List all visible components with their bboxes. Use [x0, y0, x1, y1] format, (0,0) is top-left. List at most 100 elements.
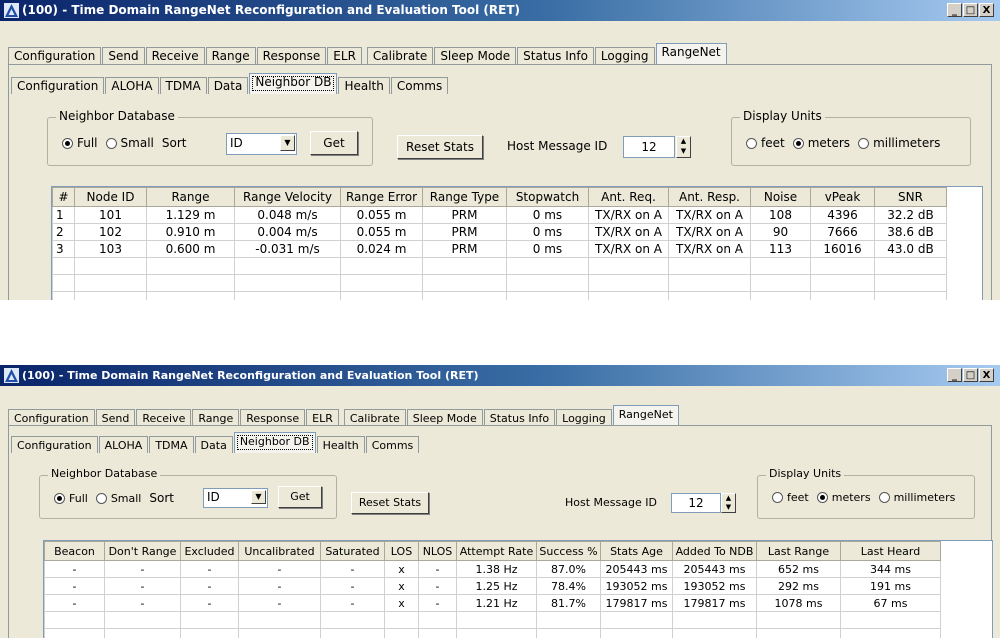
spin-down-icon[interactable]: ▼: [677, 147, 690, 157]
subtab-data[interactable]: Data: [194, 436, 233, 453]
column-header[interactable]: Attempt Rate: [456, 541, 537, 561]
column-header[interactable]: vPeak: [810, 187, 875, 207]
spin-up-icon[interactable]: ▲: [722, 494, 735, 503]
subtab-configuration[interactable]: Configuration: [11, 77, 105, 94]
column-header[interactable]: Range Error: [340, 187, 423, 207]
column-header[interactable]: Range Type: [422, 187, 507, 207]
small-radio[interactable]: Small: [105, 136, 154, 150]
host-message-id-input[interactable]: 12: [623, 136, 675, 158]
chevron-down-icon[interactable]: ▼: [280, 135, 295, 151]
tab-elr[interactable]: ELR: [327, 47, 362, 64]
reset-stats-button[interactable]: Reset Stats: [351, 492, 429, 514]
column-header[interactable]: LOS: [384, 541, 419, 561]
tab-receive[interactable]: Receive: [136, 409, 192, 426]
table-row[interactable]: - - - - - x -1.25 Hz 78.4% 193052 ms 193052 ms 292…: [44, 577, 941, 595]
tab-range[interactable]: Range: [205, 47, 256, 64]
get-button[interactable]: Get: [278, 486, 322, 508]
column-header[interactable]: Added To NDB: [672, 541, 757, 561]
table-row[interactable]: - - - - - x -1.38 Hz 87.0% 205443 ms 205443 ms 652…: [44, 560, 941, 578]
feet-radio[interactable]: feet: [746, 136, 785, 150]
column-header[interactable]: Last Range: [756, 541, 841, 561]
subtab-tdma[interactable]: TDMA: [159, 77, 207, 94]
table-row[interactable]: 3 103 0.600 m -0.031 m/s 0.024 m PRM 0 ms TX/RX…: [52, 240, 947, 258]
spin-up-icon[interactable]: ▲: [677, 137, 690, 147]
column-header[interactable]: Excluded: [180, 541, 239, 561]
subtab-comms[interactable]: Comms: [390, 77, 449, 94]
host-message-id-input[interactable]: 12: [671, 493, 721, 513]
column-header[interactable]: Saturated: [320, 541, 385, 561]
column-header[interactable]: SNR: [874, 187, 947, 207]
column-header[interactable]: Beacon: [44, 541, 105, 561]
subtab-health[interactable]: Health: [338, 77, 390, 94]
host-message-id-spinner[interactable]: ▲ ▼: [676, 136, 691, 158]
minimize-button[interactable]: _: [947, 3, 962, 17]
tab-configuration[interactable]: Configuration: [8, 47, 102, 64]
column-header[interactable]: Stats Age: [600, 541, 673, 561]
column-header[interactable]: Last Heard: [840, 541, 941, 561]
tab-calibrate[interactable]: Calibrate: [366, 47, 434, 64]
title-bar[interactable]: (100) - Time Domain RangeNet Reconfigura…: [0, 365, 1000, 386]
millimeters-radio[interactable]: millimeters: [858, 136, 940, 150]
tab-send[interactable]: Send: [95, 409, 136, 426]
meters-radio[interactable]: meters: [792, 136, 850, 150]
column-header[interactable]: Noise: [750, 187, 811, 207]
small-radio[interactable]: Small: [95, 492, 141, 505]
tab-send[interactable]: Send: [102, 47, 145, 64]
subtab-comms[interactable]: Comms: [365, 436, 420, 453]
tab-response[interactable]: Response: [240, 409, 306, 426]
tab-sleep-mode[interactable]: Sleep Mode: [434, 47, 517, 64]
subtab-aloha[interactable]: ALOHA: [98, 436, 149, 453]
column-header[interactable]: #: [52, 187, 75, 207]
tab-rangenet[interactable]: RangeNet: [612, 405, 679, 426]
column-header[interactable]: NLOS: [418, 541, 457, 561]
minimize-button[interactable]: _: [947, 368, 962, 382]
subtab-data[interactable]: Data: [207, 77, 249, 94]
column-header[interactable]: Range Velocity: [234, 187, 341, 207]
tab-status-info[interactable]: Status Info: [517, 47, 594, 64]
subtab-health[interactable]: Health: [316, 436, 365, 453]
table-row[interactable]: - - - - - x -1.21 Hz 81.7% 179817 ms 179817 ms 107…: [44, 594, 941, 612]
tab-rangenet[interactable]: RangeNet: [655, 43, 727, 64]
meters-radio[interactable]: meters: [816, 491, 871, 504]
neighbor-table-top[interactable]: # Node ID Range Range Velocity Range Error Ra…: [51, 186, 983, 300]
subtab-configuration[interactable]: Configuration: [11, 436, 98, 453]
tab-configuration[interactable]: Configuration: [8, 409, 95, 426]
column-header[interactable]: Node ID: [74, 187, 147, 207]
subtab-neighbor-db[interactable]: Neighbor DB: [233, 432, 316, 453]
close-button[interactable]: X: [979, 3, 994, 17]
maximize-button[interactable]: □: [963, 3, 978, 17]
column-header[interactable]: Range: [146, 187, 235, 207]
tab-range[interactable]: Range: [192, 409, 240, 426]
column-header[interactable]: Success %: [536, 541, 601, 561]
tab-elr[interactable]: ELR: [306, 409, 339, 426]
millimeters-radio[interactable]: millimeters: [878, 491, 955, 504]
table-row[interactable]: 1 101 1.129 m 0.048 m/s 0.055 m PRM 0 ms TX/RX …: [52, 206, 947, 224]
subtab-neighbor-db[interactable]: Neighbor DB: [249, 73, 338, 94]
maximize-button[interactable]: □: [963, 368, 978, 382]
tab-sleep-mode[interactable]: Sleep Mode: [406, 409, 483, 426]
tab-logging[interactable]: Logging: [594, 47, 655, 64]
sort-select[interactable]: ID ▼: [226, 133, 297, 155]
subtab-tdma[interactable]: TDMA: [149, 436, 194, 453]
column-header[interactable]: Ant. Resp.: [668, 187, 751, 207]
subtab-aloha[interactable]: ALOHA: [105, 77, 159, 94]
full-radio[interactable]: Full: [54, 492, 88, 505]
feet-radio[interactable]: feet: [772, 491, 809, 504]
table-row[interactable]: 2 102 0.910 m 0.004 m/s 0.055 m PRM 0 ms TX/RX …: [52, 223, 947, 241]
chevron-down-icon[interactable]: ▼: [251, 490, 266, 504]
full-radio[interactable]: Full: [62, 136, 98, 150]
tab-receive[interactable]: Receive: [145, 47, 205, 64]
column-header[interactable]: Uncalibrated: [238, 541, 321, 561]
tab-status-info[interactable]: Status Info: [483, 409, 556, 426]
close-button[interactable]: X: [979, 368, 994, 382]
column-header[interactable]: Don't Range: [104, 541, 181, 561]
reset-stats-button[interactable]: Reset Stats: [397, 135, 483, 159]
column-header[interactable]: Stopwatch: [506, 187, 589, 207]
tab-calibrate[interactable]: Calibrate: [343, 409, 406, 426]
title-bar[interactable]: (100) - Time Domain RangeNet Reconfigura…: [0, 0, 1000, 21]
neighbor-table-bottom[interactable]: Beacon Don't Range Excluded Uncalibrated Sat…: [43, 540, 993, 638]
tab-response[interactable]: Response: [256, 47, 327, 64]
column-header[interactable]: Ant. Req.: [588, 187, 669, 207]
get-button[interactable]: Get: [310, 131, 358, 155]
sort-select[interactable]: ID ▼: [203, 488, 268, 508]
